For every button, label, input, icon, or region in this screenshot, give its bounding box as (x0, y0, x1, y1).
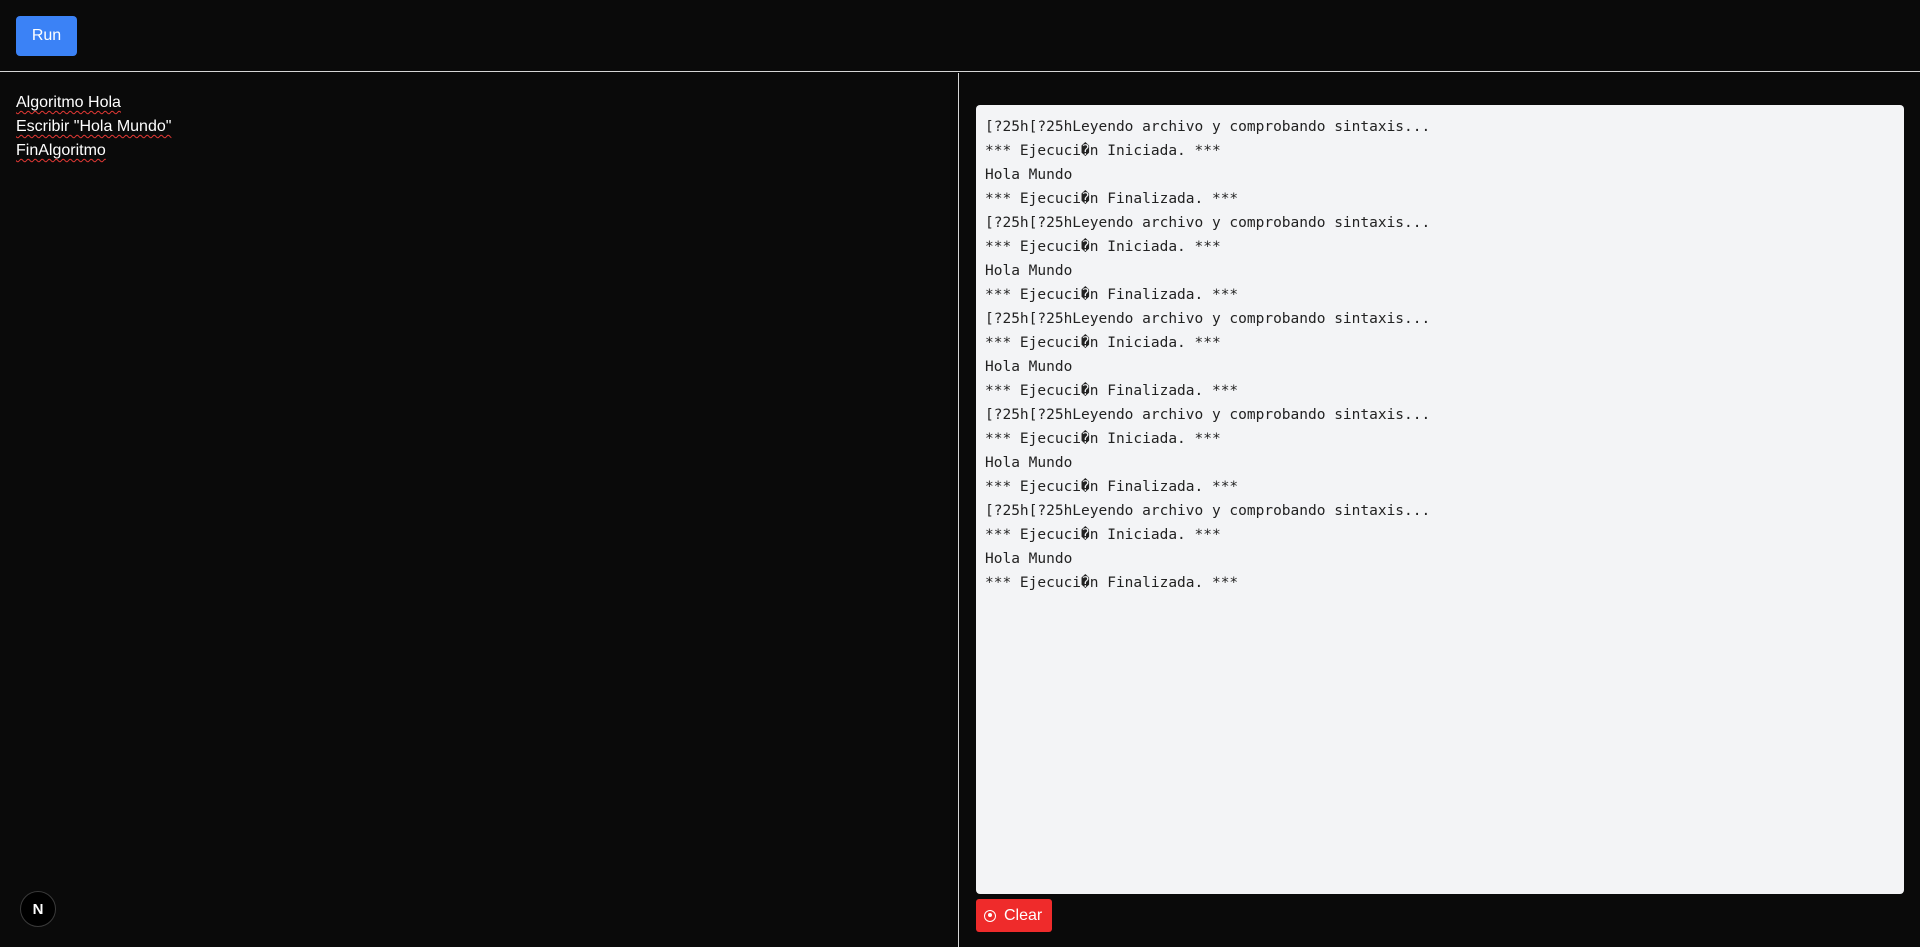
framework-badge[interactable]: N (20, 891, 56, 927)
console-line: Hola Mundo (985, 455, 1073, 471)
clear-label: Clear (1004, 906, 1043, 924)
console-output: [?25h[?25hLeyendo archivo y comprobando … (976, 105, 1904, 894)
console-line: Hola Mundo (985, 263, 1073, 279)
output-pane: [?25h[?25hLeyendo archivo y comprobando … (960, 73, 1920, 947)
code-line[interactable]: Algoritmo Hola (16, 91, 942, 115)
console-line: *** Ejecuci�n Finalizada. *** (985, 191, 1239, 207)
console-line: *** Ejecuci�n Finalizada. *** (985, 575, 1239, 591)
console-line: *** Ejecuci�n Iniciada. *** (985, 527, 1221, 543)
console-line: *** Ejecuci�n Iniciada. *** (985, 239, 1221, 255)
console-line: *** Ejecuci�n Iniciada. *** (985, 431, 1221, 447)
code-line[interactable]: FinAlgoritmo (16, 139, 942, 163)
console-line: *** Ejecuci�n Finalizada. *** (985, 383, 1239, 399)
clear-button[interactable]: Clear (976, 899, 1052, 932)
console-line: [?25h[?25hLeyendo archivo y comprobando … (985, 407, 1431, 423)
console-line: Hola Mundo (985, 167, 1073, 183)
top-toolbar: Run (0, 0, 1920, 72)
stop-circle-icon (984, 909, 996, 922)
console-line: [?25h[?25hLeyendo archivo y comprobando … (985, 215, 1431, 231)
console-line: *** Ejecuci�n Finalizada. *** (985, 479, 1239, 495)
console-line: [?25h[?25hLeyendo archivo y comprobando … (985, 503, 1431, 519)
console-line: [?25h[?25hLeyendo archivo y comprobando … (985, 119, 1431, 135)
console-line: *** Ejecuci�n Iniciada. *** (985, 143, 1221, 159)
code-editor[interactable]: Algoritmo Hola Escribir "Hola Mundo" Fin… (0, 73, 959, 947)
console-line: *** Ejecuci�n Iniciada. *** (985, 335, 1221, 351)
console-line: *** Ejecuci�n Finalizada. *** (985, 287, 1239, 303)
console-line: [?25h[?25hLeyendo archivo y comprobando … (985, 311, 1431, 327)
console-line: Hola Mundo (985, 359, 1073, 375)
run-button[interactable]: Run (16, 16, 77, 56)
code-line[interactable]: Escribir "Hola Mundo" (16, 115, 942, 139)
console-line: Hola Mundo (985, 551, 1073, 567)
